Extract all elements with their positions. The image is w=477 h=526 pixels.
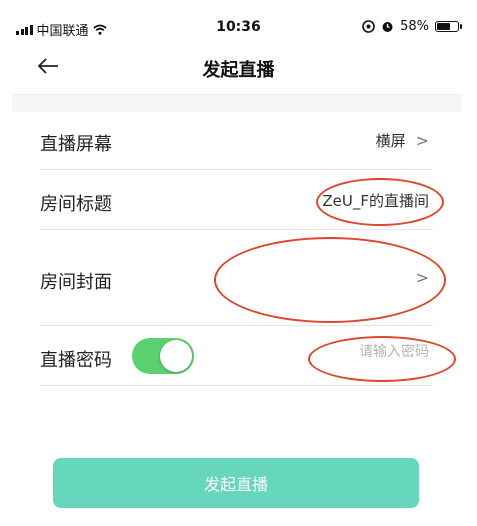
live-password-row: 直播密码 <box>40 326 433 386</box>
nav-bar: 发起直播 <box>0 44 477 94</box>
status-bar: 中国联通 10:36 58% <box>0 0 477 44</box>
room-title-row[interactable]: 房间标题 ZeU_F的直播间 <box>40 170 433 230</box>
alarm-icon <box>382 22 393 32</box>
chevron-right-icon: > <box>415 268 429 287</box>
chevron-right-icon: > <box>415 131 429 150</box>
room-cover-row[interactable]: 房间封面 > <box>40 230 433 326</box>
password-input[interactable] <box>269 344 429 360</box>
screen-orientation-value: 横屏 <box>375 132 406 150</box>
section-divider <box>12 94 462 112</box>
room-cover-label: 房间封面 <box>40 272 112 293</box>
page-title: 发起直播 <box>202 60 275 81</box>
start-live-button[interactable]: 发起直播 <box>53 458 419 508</box>
room-title-label: 房间标题 <box>40 194 112 215</box>
location-lock-icon <box>362 20 375 33</box>
battery-percent: 58% <box>400 19 429 34</box>
password-toggle[interactable] <box>132 338 194 374</box>
live-password-label: 直播密码 <box>40 350 112 371</box>
room-cover-value-wrap[interactable]: > <box>416 268 429 287</box>
status-right: 58% <box>362 19 462 34</box>
screen-orientation-label: 直播屏幕 <box>40 134 112 155</box>
room-title-value[interactable]: ZeU_F的直播间 <box>322 190 429 211</box>
battery-icon <box>435 21 462 32</box>
screen-orientation-value-wrap[interactable]: 横屏 > <box>376 130 429 151</box>
screen-orientation-row[interactable]: 直播屏幕 横屏 > <box>40 112 433 170</box>
toggle-knob <box>160 340 192 372</box>
